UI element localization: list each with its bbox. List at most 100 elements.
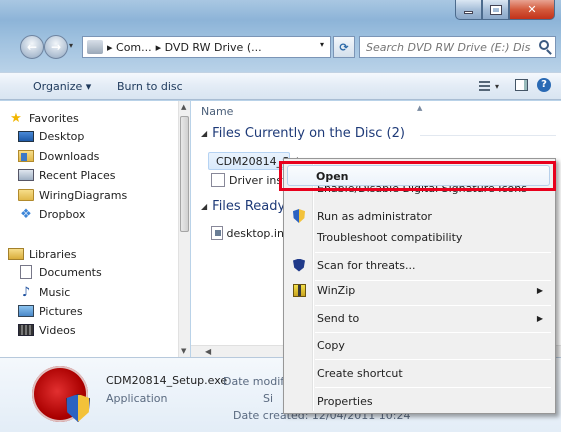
- details-size-label: Si: [263, 392, 274, 405]
- menu-item-send-to[interactable]: Send to ▶: [286, 307, 553, 329]
- star-icon: ★: [10, 110, 22, 126]
- scrollbar-thumb[interactable]: [180, 116, 189, 232]
- menu-item-winzip[interactable]: WinZip ▶: [286, 279, 553, 301]
- scroll-up-icon[interactable]: ▲: [181, 103, 186, 111]
- navigation-pane-bottom: [0, 345, 178, 357]
- scroll-left-icon[interactable]: ◀: [205, 347, 211, 356]
- annotation-highlight-box: [279, 161, 556, 191]
- menu-separator: [315, 332, 551, 333]
- menu-item-label: Run as administrator: [317, 209, 432, 223]
- dropbox-icon: ❖: [20, 206, 32, 222]
- group-divider: [420, 135, 556, 136]
- menu-item-label: Copy: [317, 338, 345, 352]
- music-icon: ♪: [21, 284, 31, 300]
- collapse-triangle-icon[interactable]: ◢: [201, 129, 207, 138]
- sidebar-item-documents[interactable]: Documents: [18, 263, 102, 281]
- submenu-arrow-icon: ▶: [536, 313, 543, 323]
- ini-file-icon: [211, 226, 223, 240]
- menu-separator: [315, 359, 551, 360]
- sidebar-item-pictures[interactable]: Pictures: [18, 302, 83, 320]
- file-name: Driver inst: [229, 173, 287, 187]
- menu-item-properties[interactable]: Properties: [286, 390, 553, 412]
- back-arrow-icon: ←: [26, 40, 38, 54]
- context-menu: Open Enable/Disable Digital Signature Ic…: [283, 158, 556, 414]
- chevron-down-icon: ▾: [495, 81, 500, 91]
- menu-item-copy[interactable]: Copy: [286, 334, 553, 356]
- breadcrumb-computer[interactable]: ▸ Com...: [107, 41, 152, 54]
- menu-separator: [315, 387, 551, 388]
- file-row-driver-install[interactable]: Driver inst: [211, 171, 287, 189]
- pictures-icon: [18, 305, 34, 317]
- navigation-pane-scrollbar[interactable]: ▲ ▼: [178, 101, 190, 357]
- address-dropdown-icon[interactable]: ▾: [320, 40, 324, 49]
- menu-item-scan-for-threats[interactable]: Scan for threats...: [286, 254, 553, 276]
- sidebar-item-label: Dropbox: [39, 207, 86, 221]
- menu-item-run-as-administrator[interactable]: Run as administrator: [286, 205, 553, 227]
- menu-item-label: Properties: [317, 394, 373, 408]
- close-icon: ✕: [527, 3, 537, 16]
- address-bar[interactable]: ▸ Com... ▸ DVD RW Drive (... ▾: [82, 36, 331, 58]
- breadcrumb-dvd-drive[interactable]: ▸ DVD RW Drive (...: [156, 41, 262, 54]
- sidebar-item-label: Desktop: [39, 129, 85, 143]
- maximize-icon: [489, 4, 502, 15]
- file-row-setup-exe[interactable]: CDM20814_Setup.exe: [208, 152, 337, 170]
- forward-arrow-icon: →: [50, 40, 62, 54]
- caption-buttons: ✕: [455, 0, 555, 20]
- recent-places-icon: [18, 169, 34, 181]
- search-icon[interactable]: [539, 40, 549, 50]
- menu-item-create-shortcut[interactable]: Create shortcut: [286, 362, 553, 384]
- help-icon: ?: [541, 79, 547, 90]
- change-view-button[interactable]: ▾: [479, 79, 505, 93]
- menu-item-troubleshoot-compatibility[interactable]: Troubleshoot compatibility: [286, 226, 553, 248]
- videos-icon: [18, 324, 34, 336]
- back-button[interactable]: ←: [20, 35, 44, 59]
- minimize-icon: [464, 11, 473, 14]
- file-name: desktop.ini: [226, 226, 287, 240]
- details-filename: CDM20814_Setup.exe: [106, 374, 228, 387]
- sidebar-item-videos[interactable]: Videos: [18, 321, 76, 339]
- group-header-label: Files Ready: [212, 199, 286, 214]
- scroll-down-icon[interactable]: ▼: [181, 347, 186, 355]
- burn-to-disc-button[interactable]: Burn to disc: [117, 80, 183, 93]
- sidebar-item-label: WiringDiagrams: [39, 188, 128, 202]
- sidebar-item-label: Downloads: [39, 149, 100, 163]
- sidebar-item-desktop[interactable]: Desktop: [18, 127, 84, 145]
- sidebar-item-label: Favorites: [29, 111, 79, 125]
- setup-application-large-icon: [30, 366, 94, 424]
- details-date-modified-label: Date modifi: [223, 375, 288, 388]
- recent-pages-dropdown[interactable]: ▾: [69, 41, 73, 50]
- sidebar-item-label: Pictures: [39, 304, 83, 318]
- sidebar-item-dropbox[interactable]: ❖ Dropbox: [18, 205, 85, 223]
- refresh-icon: ⟳: [339, 40, 349, 54]
- help-button[interactable]: ?: [537, 78, 551, 92]
- collapse-triangle-icon[interactable]: ◢: [201, 202, 207, 211]
- close-button[interactable]: ✕: [509, 0, 555, 20]
- sidebar-header-libraries[interactable]: Libraries: [8, 245, 77, 263]
- sidebar-header-favorites[interactable]: ★ Favorites: [8, 109, 79, 127]
- minimize-button[interactable]: [455, 0, 482, 20]
- sidebar-item-downloads[interactable]: Downloads: [18, 147, 99, 165]
- refresh-button[interactable]: ⟳: [333, 36, 355, 58]
- forward-button[interactable]: →: [44, 35, 68, 59]
- sidebar-item-label: Music: [39, 285, 71, 299]
- libraries-icon: [8, 248, 24, 260]
- drive-icon: [87, 40, 103, 54]
- navigation-bar: ← → ▾ ▸ Com... ▸ DVD RW Drive (... ▾ ⟳: [6, 34, 556, 60]
- search-box[interactable]: [359, 36, 556, 58]
- organize-button[interactable]: Organize ▾: [33, 80, 91, 93]
- sidebar-item-recent-places[interactable]: Recent Places: [18, 166, 116, 184]
- sidebar-item-wiringdiagrams[interactable]: WiringDiagrams: [18, 186, 127, 204]
- column-header-name[interactable]: Name: [201, 105, 233, 118]
- preview-pane-button[interactable]: [515, 79, 528, 91]
- sidebar-item-label: Videos: [39, 323, 76, 337]
- maximize-button[interactable]: [482, 0, 509, 20]
- scan-shield-icon: [292, 258, 306, 272]
- search-input[interactable]: [366, 40, 531, 54]
- group-header-files-ready[interactable]: ◢ Files Ready: [201, 199, 285, 214]
- menu-item-label: WinZip: [317, 283, 356, 297]
- command-bar: Organize ▾ Burn to disc ▾ ?: [0, 72, 561, 100]
- file-row-desktop-ini[interactable]: desktop.ini: [211, 224, 287, 242]
- sidebar-item-music[interactable]: ♪ Music: [18, 283, 70, 301]
- group-header-files-on-disc[interactable]: ◢ Files Currently on the Disc (2): [201, 126, 405, 141]
- winzip-icon: [292, 283, 306, 297]
